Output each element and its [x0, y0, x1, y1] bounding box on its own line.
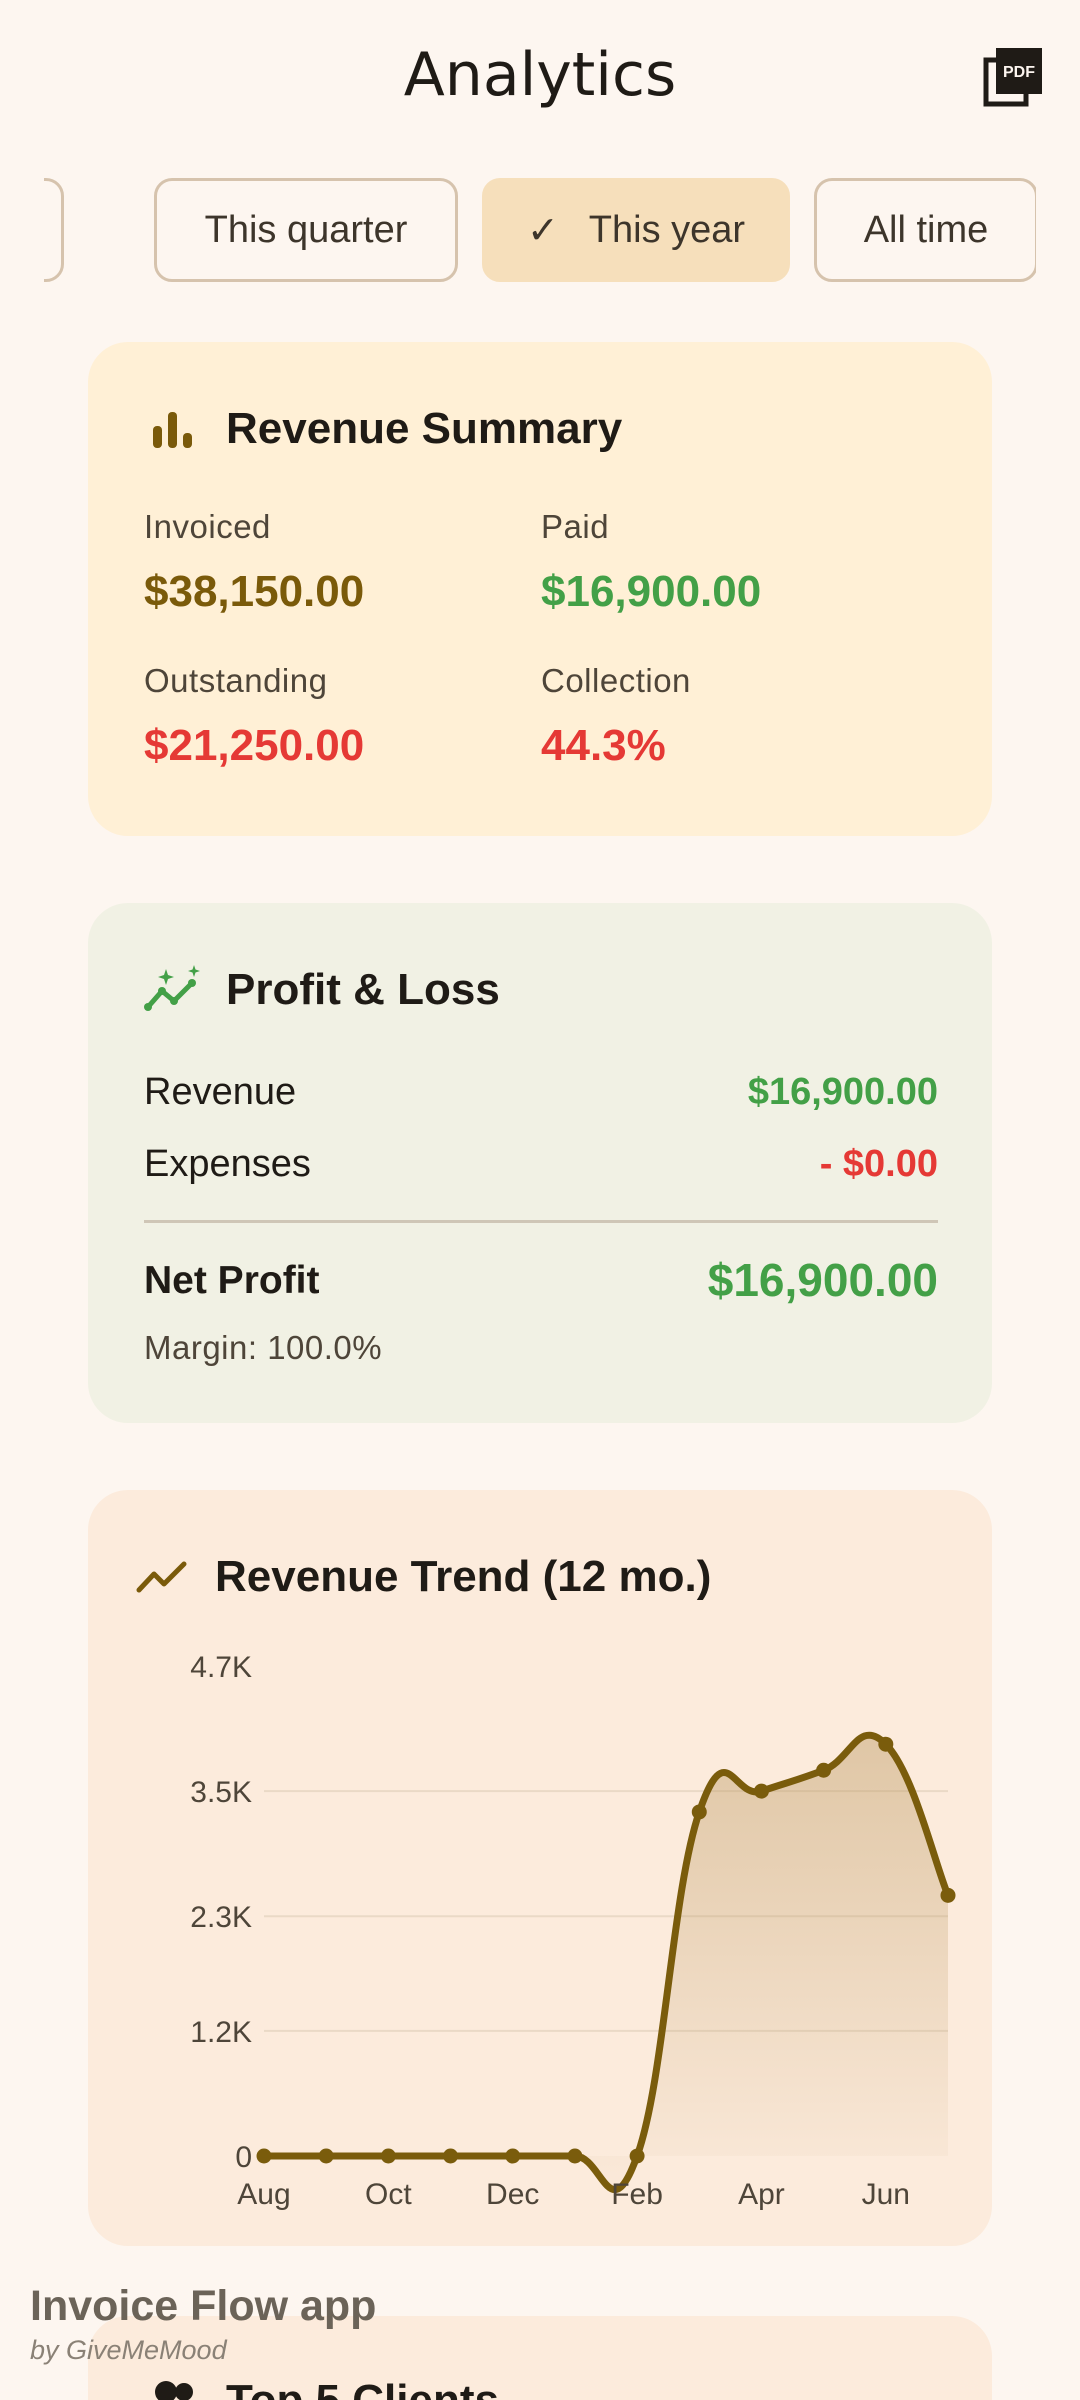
filter-chip-label: This quarter	[204, 208, 408, 251]
y-tick-label: 1.2K	[190, 2016, 252, 2049]
outstanding-label: Outstanding	[144, 662, 328, 699]
data-point-feb	[629, 2148, 645, 2164]
revenue-area	[264, 1735, 948, 2190]
filter-chip-label: All time	[863, 208, 989, 251]
data-point-jul	[940, 1887, 956, 1903]
check-icon: ✓	[526, 209, 559, 252]
page-title: Analytics	[403, 40, 677, 110]
bar-chart-icon	[153, 412, 192, 448]
invoiced-label: Invoiced	[144, 508, 271, 545]
data-point-jun	[878, 1736, 894, 1752]
data-point-mar	[691, 1804, 707, 1820]
invoiced-value: $38,150.00	[144, 567, 365, 616]
y-tick-label: 3.5K	[190, 1776, 252, 1809]
pl-expenses-value: - $0.00	[819, 1143, 938, 1185]
app-bar: Analytics PDF	[0, 0, 1080, 150]
outstanding-value: $21,250.00	[144, 721, 365, 770]
data-point-dec	[505, 2148, 521, 2164]
data-point-sep	[318, 2148, 334, 2164]
brand-name: Invoice Flow app	[30, 2282, 377, 2330]
period-filter-chips: This month This quarter ✓ This year All time	[44, 178, 1036, 284]
data-point-apr	[753, 1783, 769, 1799]
collection-label: Collection	[541, 662, 691, 699]
trending-sparkle-icon	[144, 965, 200, 1011]
pl-divider	[144, 1220, 938, 1223]
data-point-nov	[443, 2148, 459, 2164]
people-icon	[155, 2381, 193, 2400]
pdf-icon-label: PDF	[1003, 64, 1035, 81]
filter-chip-label: This year	[588, 208, 746, 251]
revenue-trend-card: Revenue Trend (12 mo.) 0 1.2K 2.3K 3.5K 4.7K…	[88, 1490, 992, 2246]
top-clients-title: Top 5 Clients	[226, 2376, 499, 2400]
data-point-jan	[567, 2148, 583, 2164]
filter-chip-this-year[interactable]: ✓ This year	[482, 178, 790, 282]
x-tick-label: Oct	[365, 2178, 412, 2211]
data-point-aug	[256, 2148, 272, 2164]
revenue-summary-card: Revenue Summary Invoiced $38,150.00 Paid…	[88, 342, 992, 836]
filter-chip-this-month[interactable]: This month	[44, 178, 64, 282]
filter-chip-this-quarter[interactable]: This quarter	[154, 178, 458, 282]
data-point-may	[816, 1762, 832, 1778]
data-point-oct	[380, 2148, 396, 2164]
y-tick-label: 2.3K	[190, 1901, 252, 1934]
margin-text: Margin: 100.0%	[144, 1329, 383, 1366]
x-tick-label: Jun	[862, 2178, 910, 2211]
x-tick-label: Feb	[611, 2178, 663, 2211]
collection-value: 44.3%	[541, 721, 666, 770]
pdf-icon: PDF	[983, 48, 1042, 107]
revenue-summary-title: Revenue Summary	[226, 404, 623, 453]
net-profit-label: Net Profit	[144, 1259, 320, 1302]
y-tick-label: 0	[235, 2141, 252, 2174]
revenue-trend-chart: 0 1.2K 2.3K 3.5K 4.7K Aug Oct Dec Feb Apr Jun	[190, 1651, 956, 2211]
brand-byline: by GiveMeMood	[30, 2335, 227, 2365]
pl-expenses-label: Expenses	[144, 1143, 311, 1185]
x-tick-label: Aug	[237, 2178, 290, 2211]
x-tick-label: Dec	[486, 2178, 539, 2211]
x-tick-label: Apr	[738, 2178, 785, 2211]
y-tick-label: 4.7K	[190, 1651, 252, 1684]
pl-revenue-label: Revenue	[144, 1071, 297, 1113]
pl-revenue-value: $16,900.00	[747, 1071, 938, 1113]
profit-loss-title: Profit & Loss	[226, 965, 500, 1014]
export-pdf-button[interactable]: PDF	[980, 44, 1046, 110]
net-profit-value: $16,900.00	[707, 1254, 938, 1306]
profit-loss-card: Profit & Loss Revenue $16,900.00 Expense…	[88, 903, 992, 1423]
filter-chip-all-time[interactable]: All time	[814, 178, 1036, 282]
paid-value: $16,900.00	[541, 567, 762, 616]
paid-label: Paid	[541, 508, 610, 545]
brand-watermark: Invoice Flow app by GiveMeMood	[30, 2282, 376, 2366]
